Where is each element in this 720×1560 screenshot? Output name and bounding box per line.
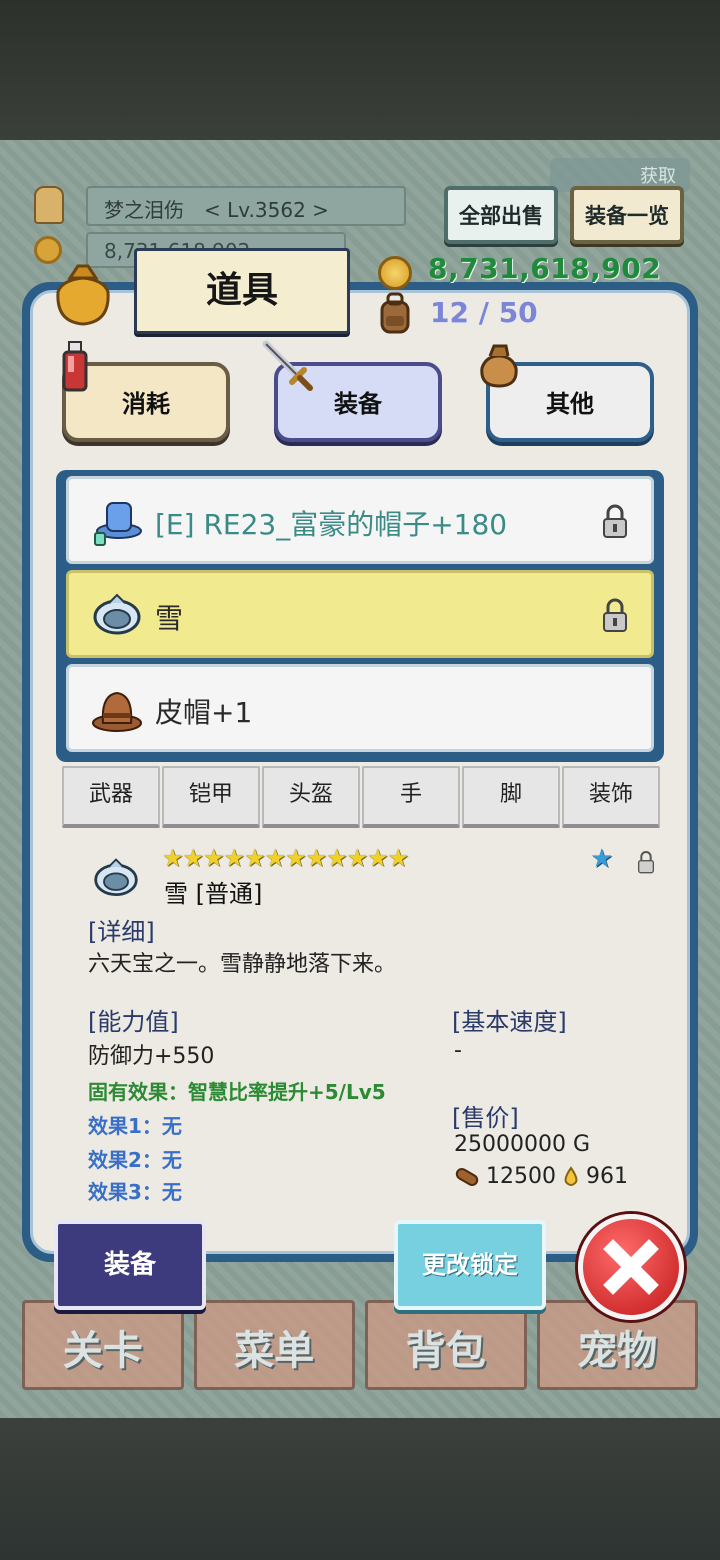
speed-value: -: [454, 1038, 462, 1063]
list-item[interactable]: 皮帽+1: [66, 664, 654, 752]
player-avatar: [34, 186, 64, 224]
tab-armor[interactable]: 铠甲: [162, 766, 260, 828]
material-row: 12500 961: [454, 1164, 628, 1189]
close-button[interactable]: [578, 1214, 684, 1320]
stat-section-title: [能力值]: [88, 1008, 179, 1036]
close-icon: [603, 1239, 659, 1295]
item-detail: ★★★★★★★★★★★★ ★ 雪 [普通] [详细] 六天宝之一。雪静静地落下来…: [62, 840, 660, 1212]
detail-description: 六天宝之一。雪静静地落下来。: [88, 952, 397, 977]
item-list: [E] RE23_富豪的帽子+180 雪 皮帽+1: [56, 470, 664, 762]
gold-amount: 8,731,618,902: [428, 252, 662, 285]
stat-value: 防御力+550: [88, 1044, 215, 1069]
price-section-title: [售价]: [452, 1104, 519, 1132]
top-hat-icon: [94, 502, 142, 546]
gold-coin-icon: [378, 256, 412, 290]
equipment-list-button[interactable]: 装备一览: [570, 186, 684, 244]
item-name: 雪: [155, 602, 184, 635]
equip-button[interactable]: 装备: [54, 1220, 206, 1310]
lock-icon[interactable]: [601, 503, 629, 539]
favorite-star-icon[interactable]: ★: [590, 844, 613, 874]
item-name: 皮帽+1: [155, 696, 253, 729]
effect-1: 效果1：无: [88, 1114, 182, 1138]
nav-bag[interactable]: 背包: [365, 1300, 527, 1390]
gold-coin-icon: [34, 236, 62, 264]
backpack-icon: [380, 292, 410, 334]
tab-accessory[interactable]: 装饰: [562, 766, 660, 828]
item-bag-icon: [56, 264, 110, 326]
bag-capacity: 12 / 50: [430, 296, 538, 329]
tab-hand[interactable]: 手: [362, 766, 460, 828]
sell-price: 25000000 G: [454, 1132, 591, 1157]
tab-helmet[interactable]: 头盔: [262, 766, 360, 828]
potion-icon: [62, 341, 88, 392]
tab-foot[interactable]: 脚: [462, 766, 560, 828]
player-name-level: 梦之泪伤 < Lv.3562 >: [86, 186, 406, 226]
effect-2: 效果2：无: [88, 1148, 182, 1172]
bottom-letterbox: [0, 1418, 720, 1560]
effect-3: 效果3：无: [88, 1180, 182, 1204]
inherent-effect: 固有效果：智慧比率提升+5/Lv5: [88, 1080, 386, 1104]
sword-icon: [262, 340, 313, 391]
change-lock-button[interactable]: 更改锁定: [394, 1220, 546, 1310]
sell-all-button[interactable]: 全部出售: [444, 186, 558, 244]
rarity-stars: ★★★★★★★★★★★★: [162, 844, 409, 872]
snow-helmet-icon: [93, 593, 141, 635]
speed-section-title: [基本速度]: [452, 1008, 567, 1036]
drop-icon: [564, 1165, 578, 1186]
item-name: [E] RE23_富豪的帽子+180: [155, 508, 508, 541]
top-letterbox: [0, 0, 720, 140]
panel-title: 道具: [134, 248, 350, 334]
tab-weapon[interactable]: 武器: [62, 766, 160, 828]
snow-helmet-icon: [94, 858, 138, 896]
nav-menu[interactable]: 菜单: [193, 1300, 355, 1390]
list-item-selected[interactable]: 雪: [66, 570, 654, 658]
lock-icon[interactable]: [636, 850, 656, 874]
equipment-type-tabs: 武器 铠甲 头盔 手 脚 装饰: [62, 766, 660, 828]
leather-hat-icon: [92, 691, 142, 732]
material-drop-count: 961: [586, 1164, 628, 1189]
lock-icon[interactable]: [601, 597, 629, 633]
detail-item-name: 雪 [普通]: [164, 880, 263, 908]
nav-stage[interactable]: 关卡: [22, 1300, 184, 1390]
detail-section-title: [详细]: [88, 918, 155, 946]
pouch-icon: [480, 344, 518, 388]
material-wood-count: 12500: [486, 1164, 556, 1189]
wood-log-icon: [455, 1167, 479, 1186]
list-item[interactable]: [E] RE23_富豪的帽子+180: [66, 476, 654, 564]
